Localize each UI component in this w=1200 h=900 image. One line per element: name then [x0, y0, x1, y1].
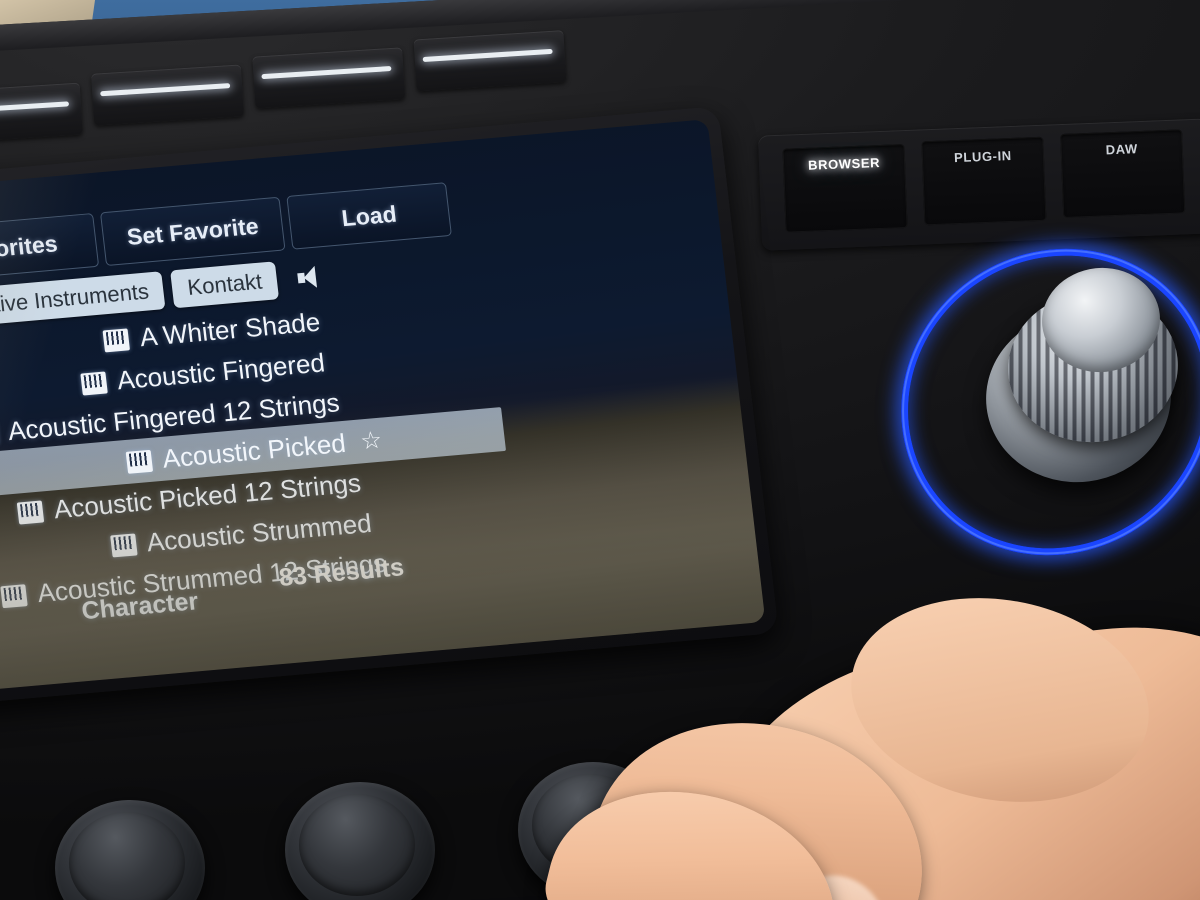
strip-button-2-led: [100, 83, 231, 97]
mode-button-browser[interactable]: BROWSER: [782, 144, 908, 233]
keyboard-icon: [102, 327, 131, 352]
product-chip[interactable]: Kontakt: [170, 261, 280, 309]
mode-button-plugin[interactable]: PLUG-IN: [921, 136, 1047, 226]
keyboard-icon: [16, 499, 45, 524]
toolbar-set-favorite-button[interactable]: Set Favorite: [99, 196, 286, 267]
footer-character-label[interactable]: Character: [80, 587, 200, 626]
touchscreen[interactable]: ke ST Sel. er Saved Favorites Set Favori…: [0, 119, 766, 708]
strip-button-3-led: [261, 65, 392, 80]
mode-button-browser-label: BROWSER: [807, 155, 881, 173]
user-hand: [430, 575, 1200, 900]
strip-button-2[interactable]: [91, 64, 245, 126]
favorite-star-icon[interactable]: ☆: [359, 426, 384, 457]
strip-button-1-led: [0, 101, 70, 115]
push-encoder[interactable]: [886, 226, 1200, 580]
strip-button-4-led: [422, 48, 553, 62]
mode-button-plugin-label: PLUG-IN: [953, 147, 1013, 166]
keyboard-icon: [80, 370, 108, 396]
toolbar-load-button[interactable]: Load: [286, 182, 452, 250]
strip-button-4[interactable]: [413, 30, 567, 92]
keyboard-icon: [125, 449, 153, 474]
browser-ui: ke ST Sel. er Saved Favorites Set Favori…: [0, 119, 765, 707]
photo-scene: BROWSER PLUG-IN DAW ke ST Sel.: [0, 0, 1200, 900]
strip-button-3[interactable]: [252, 47, 406, 109]
mode-button-panel: BROWSER PLUG-IN DAW: [757, 118, 1200, 251]
strip-button-1[interactable]: [0, 82, 83, 144]
speaker-icon[interactable]: [295, 265, 323, 289]
mode-button-daw[interactable]: DAW: [1060, 129, 1186, 219]
keyboard-icon: [109, 532, 138, 558]
mode-button-daw-label: DAW: [1105, 141, 1139, 158]
toolbar-favorites-button[interactable]: Favorites: [0, 213, 100, 283]
